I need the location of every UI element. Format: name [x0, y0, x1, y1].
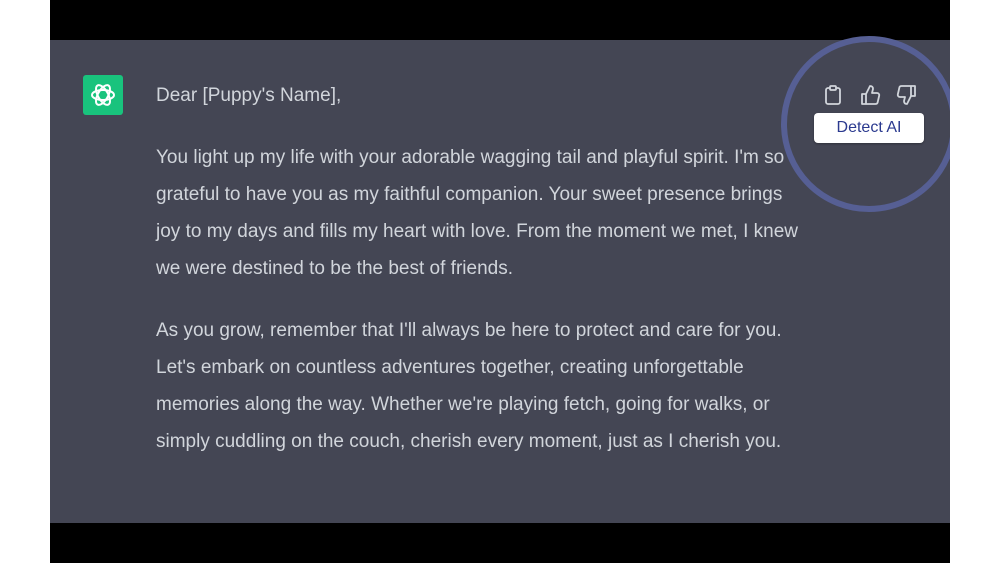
detect-ai-button[interactable]: Detect AI — [814, 113, 924, 143]
message-paragraph: You light up my life with your adorable … — [156, 147, 799, 279]
thumbs-up-icon[interactable] — [857, 81, 884, 109]
video-frame: Dear [Puppy's Name], You light up my lif… — [50, 0, 950, 563]
clipboard-icon[interactable] — [820, 81, 847, 109]
message-actions — [820, 80, 920, 110]
assistant-message-row: Dear [Puppy's Name], You light up my lif… — [50, 36, 950, 523]
message-paragraph: As you grow, remember that I'll always b… — [156, 320, 782, 452]
thumbs-down-icon[interactable] — [893, 81, 920, 109]
message-greeting: Dear [Puppy's Name], — [156, 85, 342, 106]
message-body: Dear [Puppy's Name], You light up my lif… — [156, 77, 811, 460]
chatgpt-logo-avatar — [83, 75, 123, 115]
openai-logo-icon — [91, 84, 115, 106]
